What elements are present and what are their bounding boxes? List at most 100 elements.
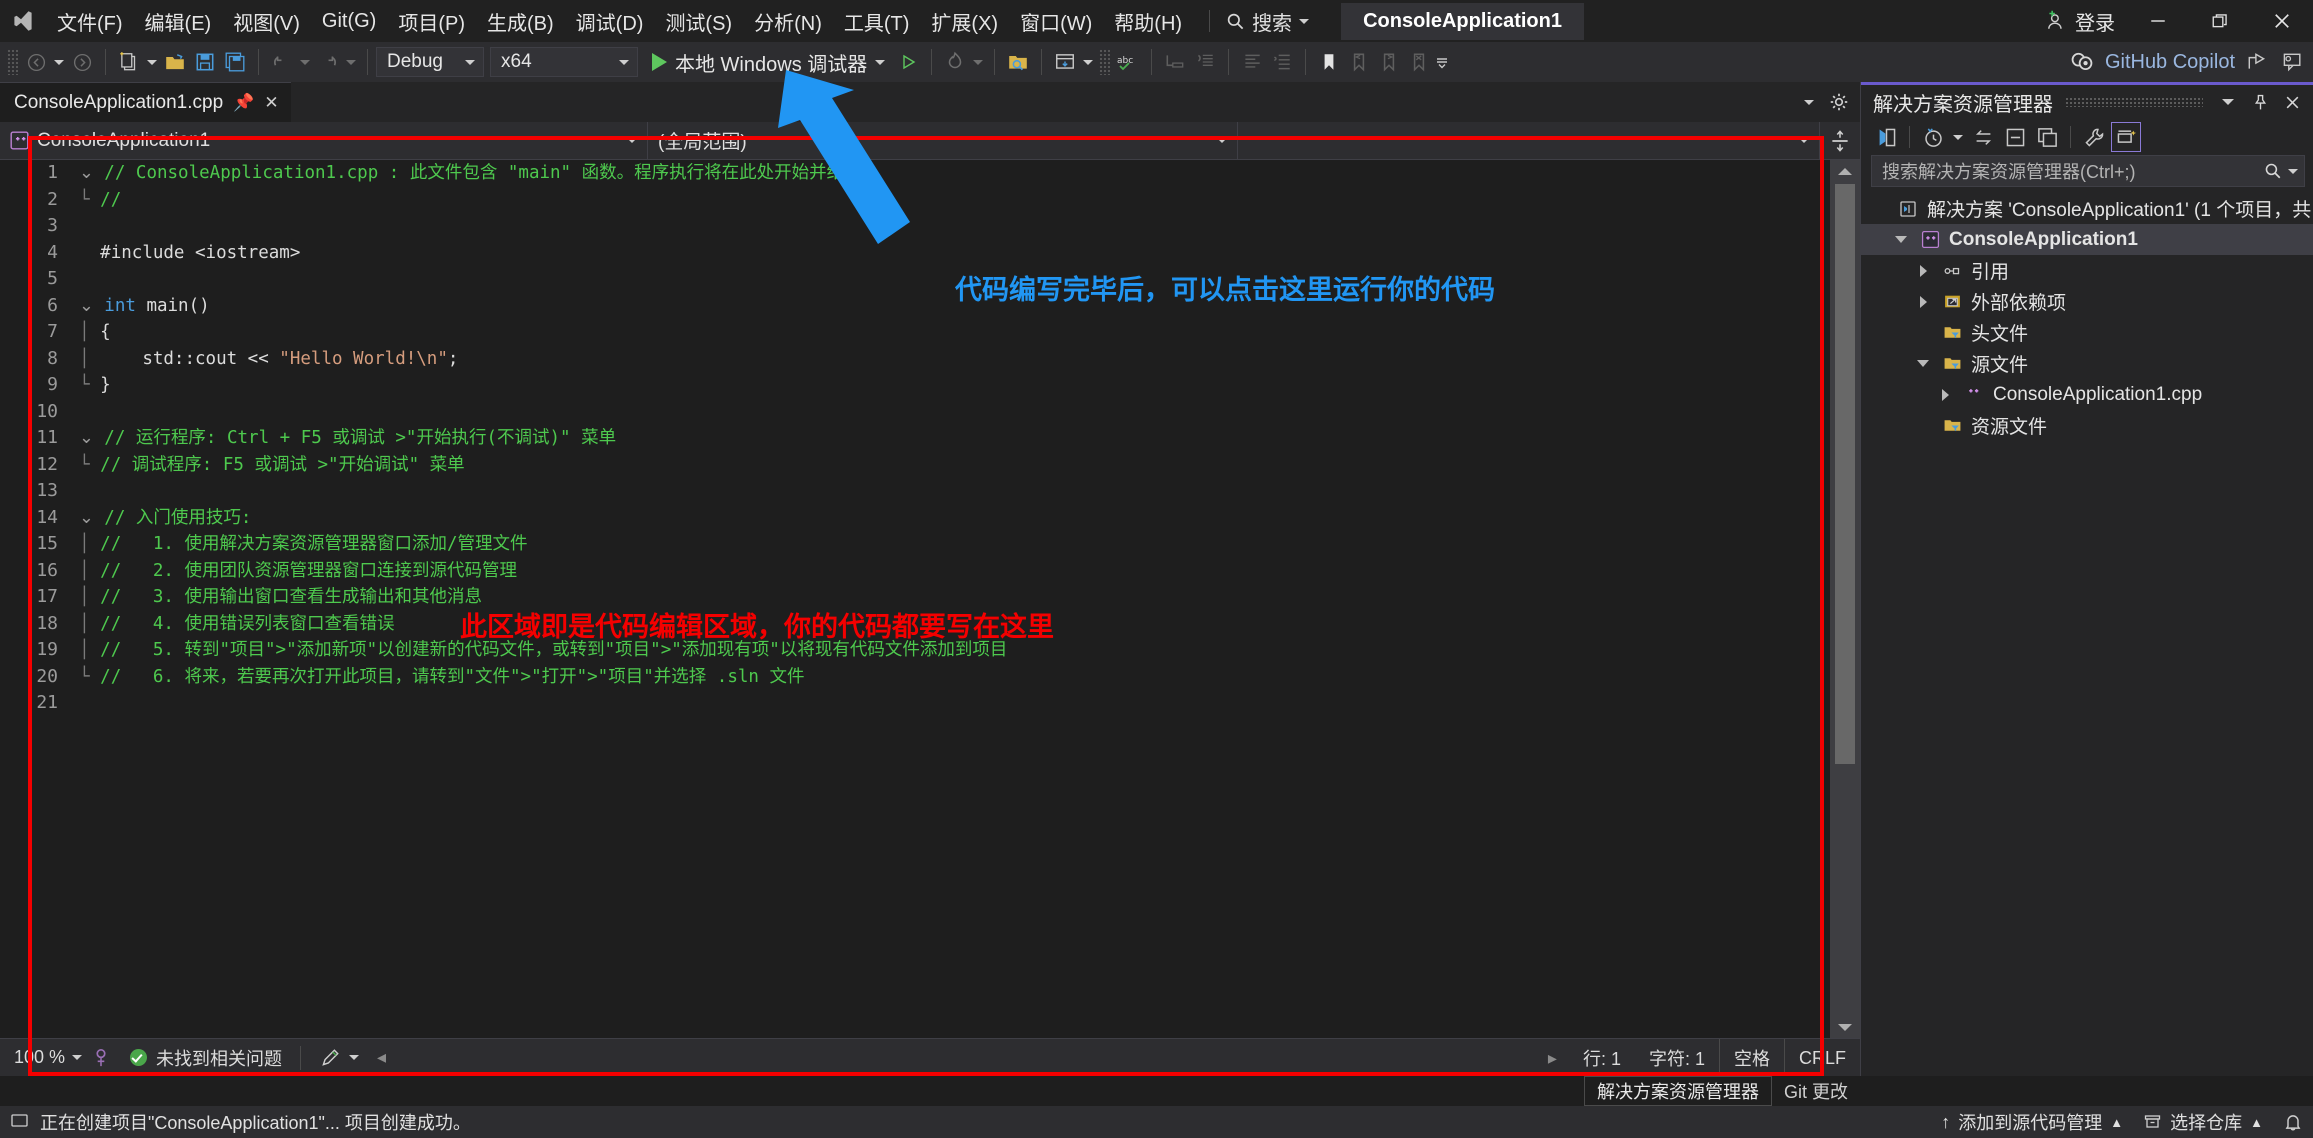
tree-expander[interactable] [1935,388,1955,401]
scroll-down-button[interactable] [1830,1016,1860,1038]
solution-tree[interactable]: 解决方案 'ConsoleApplication1' (1 个项目，共 1 个)… [1861,191,2313,441]
panel-close-button[interactable] [2279,89,2305,115]
scrollbar-thumb[interactable] [1835,184,1855,764]
menu-item-tools[interactable]: 工具(T) [833,0,921,42]
pin-icon[interactable]: 📌 [233,93,254,113]
toolbar-overflow-button[interactable] [1434,46,1450,78]
tree-item-1[interactable]: ConsoleApplication1 [1861,224,2313,255]
navigate-forward-button[interactable] [67,46,97,78]
search-folder-button[interactable] [1003,46,1033,78]
restore-button[interactable] [2189,0,2251,42]
tree-expander[interactable] [1913,360,1933,367]
tree-expander[interactable] [1891,236,1911,243]
menu-item-view[interactable]: 视图(V) [222,0,311,42]
add-to-source-control-button[interactable]: ↑ 添加到源代码管理 ▲ [1941,1109,2123,1135]
selection-icon[interactable] [90,1047,112,1069]
solution-configuration-dropdown[interactable]: Debug [376,47,484,77]
code-editor[interactable]: 1 ⌄ // ConsoleApplication1.cpp : 此文件包含 "… [0,160,1860,1038]
feedback-icon[interactable] [2279,51,2303,73]
tree-item-5[interactable]: 源文件 [1861,348,2313,379]
split-editor-button[interactable] [1820,122,1860,159]
panel-drag-handle[interactable] [2065,97,2203,107]
outdent-button[interactable] [1190,46,1220,78]
save-button[interactable] [190,46,220,78]
close-button[interactable] [2251,0,2313,42]
comment-button[interactable] [1237,46,1267,78]
tree-expander[interactable] [1913,264,1933,277]
save-all-button[interactable] [220,46,250,78]
panel-pin-button[interactable] [2247,89,2273,115]
zoom-level-dropdown[interactable]: 100 % [0,1047,90,1068]
bottom-tab-solution-explorer[interactable]: 解决方案资源管理器 [1583,1076,1772,1106]
tree-item-6[interactable]: ConsoleApplication1.cpp [1861,379,2313,410]
collapse-left-button[interactable]: ◂ [377,1047,386,1068]
undo-dropdown[interactable] [297,46,313,78]
close-icon[interactable]: ✕ [264,93,278,113]
solution-explorer-home-button[interactable] [1871,122,1901,152]
preview-selected-items-button[interactable] [2111,122,2141,152]
redo-button[interactable] [313,46,343,78]
bottom-tab-git-changes[interactable]: Git 更改 [1772,1076,1860,1106]
menu-item-window[interactable]: 窗口(W) [1009,0,1103,42]
minimize-button[interactable] [2127,0,2189,42]
new-project-button[interactable] [114,46,144,78]
menu-item-project[interactable]: 项目(P) [387,0,476,42]
issues-indicator[interactable]: 未找到相关问题 [112,1045,282,1071]
toolbar-grip[interactable] [1099,49,1111,75]
navbar-project-dropdown[interactable]: ConsoleApplication1 [0,122,648,159]
clear-bookmarks-button[interactable] [1404,46,1434,78]
share-icon[interactable] [2245,51,2269,73]
menu-item-extensions[interactable]: 扩展(X) [920,0,1009,42]
panel-menu-button[interactable] [2215,89,2241,115]
menu-item-edit[interactable]: 编辑(E) [134,0,223,42]
window-layout-button[interactable] [1050,46,1080,78]
menu-item-file[interactable]: 文件(F) [46,0,134,42]
select-repository-button[interactable]: 选择仓库 ▲ [2143,1109,2263,1135]
scroll-up-button[interactable] [1830,160,1860,182]
tree-item-7[interactable]: 资源文件 [1861,410,2313,441]
navigate-back-button[interactable] [21,46,51,78]
collapse-all-button[interactable] [2000,122,2030,152]
tree-item-4[interactable]: 头文件 [1861,317,2313,348]
notifications-button[interactable] [2283,1112,2303,1132]
global-search-box[interactable]: 搜索 [1220,3,1315,39]
editor-vertical-scrollbar[interactable] [1830,160,1860,1038]
toolbar-grip[interactable] [7,49,18,75]
chevron-down-icon[interactable] [2288,168,2298,174]
navigate-back-dropdown[interactable] [51,46,67,78]
new-project-dropdown[interactable] [144,46,160,78]
show-all-files-button[interactable] [2032,122,2062,152]
redo-dropdown[interactable] [343,46,359,78]
next-bookmark-button[interactable] [1374,46,1404,78]
pen-tool-dropdown[interactable] [319,1047,360,1069]
sync-views-button[interactable] [1968,122,1998,152]
pending-changes-button[interactable] [1918,122,1948,152]
solution-explorer-search-input[interactable]: 搜索解决方案资源管理器(Ctrl+;) [1871,155,2305,187]
expand-right-button[interactable]: ▸ [1536,1048,1569,1069]
chevron-down-icon[interactable] [1804,99,1814,105]
menu-item-test[interactable]: 测试(S) [654,0,743,42]
navbar-member-dropdown[interactable] [1238,122,1820,159]
indentation-indicator[interactable]: 空格 [1718,1039,1785,1077]
undo-button[interactable] [267,46,297,78]
menu-item-help[interactable]: 帮助(H) [1103,0,1193,42]
sign-in-button[interactable]: 登录 [2033,0,2127,42]
menu-item-analyze[interactable]: 分析(N) [743,0,833,42]
editor-tab-consoleapplication1-cpp[interactable]: ConsoleApplication1.cpp 📌 ✕ [0,82,291,122]
indent-button[interactable] [1160,46,1190,78]
menu-item-debug[interactable]: 调试(D) [565,0,655,42]
code-surface[interactable]: 1 ⌄ // ConsoleApplication1.cpp : 此文件包含 "… [0,160,1830,1038]
open-project-button[interactable] [160,46,190,78]
tree-item-2[interactable]: 引用 [1861,255,2313,286]
tree-item-3[interactable]: 外部依赖项 [1861,286,2313,317]
pending-changes-dropdown[interactable] [1950,122,1966,152]
tree-expander[interactable] [1913,295,1933,308]
tree-item-0[interactable]: 解决方案 'ConsoleApplication1' (1 个项目，共 1 个) [1861,193,2313,224]
window-layout-dropdown[interactable] [1080,46,1096,78]
properties-button[interactable] [2079,122,2109,152]
solution-platform-dropdown[interactable]: x64 [490,47,638,77]
menu-item-build[interactable]: 生成(B) [476,0,565,42]
previous-bookmark-button[interactable] [1344,46,1374,78]
line-ending-indicator[interactable]: CRLF [1785,1048,1860,1069]
menu-item-git[interactable]: Git(G) [311,0,387,42]
